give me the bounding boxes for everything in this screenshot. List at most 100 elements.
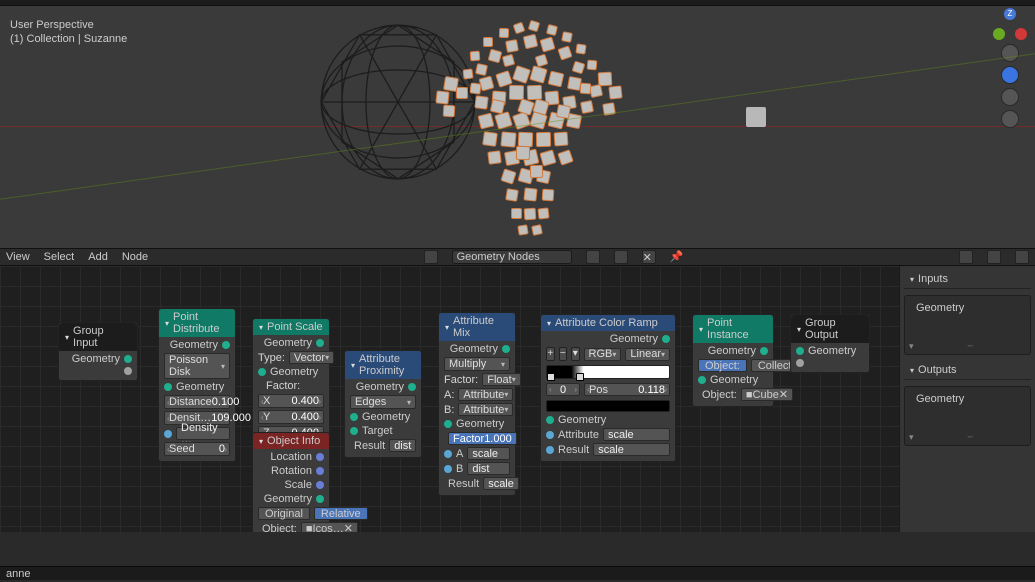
socket-geometry-out[interactable]: Geometry (64, 353, 132, 365)
socket-location-out[interactable]: Location (258, 451, 324, 463)
ramp-add-button[interactable]: + (546, 347, 555, 361)
node-object-info[interactable]: Object Info Location Rotation Scale Geom… (252, 432, 330, 532)
socket-geometry-out[interactable]: Geometry (164, 339, 230, 351)
socket-result-in[interactable]: Resultscale (546, 443, 670, 456)
outputs-header[interactable]: Outputs (904, 361, 1031, 380)
nodegroup-name-field[interactable]: Geometry Nodes (452, 250, 572, 264)
socket-density-attr[interactable]: Density … (164, 427, 230, 440)
ramp-pos-field[interactable]: Pos0.118 (584, 383, 670, 396)
node-point-distribute[interactable]: Point Distribute Geometry Poisson Disk G… (158, 308, 236, 462)
object-picker[interactable]: ■ Cube✕ (741, 388, 793, 401)
collapse-icon[interactable] (65, 331, 69, 343)
factor-type-select[interactable]: Float (482, 373, 520, 386)
grip-icon[interactable]: ┈ (968, 341, 973, 352)
node-point-instance[interactable]: Point Instance Geometry Object: Collecti… (692, 314, 774, 407)
datablock-icon[interactable] (424, 250, 438, 264)
socket-geometry-out[interactable]: Geometry (350, 381, 416, 393)
a-type-select[interactable]: Attribute (458, 388, 513, 401)
input-item-geometry[interactable]: Geometry (909, 300, 1026, 316)
unlink-icon[interactable]: ✕ (642, 250, 656, 264)
result-attr-field[interactable]: scale (483, 477, 519, 490)
socket-factor-in[interactable]: Factor1.000 (444, 432, 510, 445)
snap-icon[interactable] (959, 250, 973, 264)
outputs-list[interactable]: Geometry ▾ ┈ (904, 386, 1031, 446)
result-attr-field[interactable]: dist (389, 439, 416, 452)
axis-z-icon[interactable]: Z (1004, 8, 1016, 20)
b-type-select[interactable]: Attribute (458, 403, 513, 416)
node-group-output[interactable]: Group Output Geometry (790, 314, 870, 373)
camera-gizmo-button[interactable] (1001, 88, 1019, 106)
socket-geometry-out[interactable]: Geometry (698, 345, 768, 357)
collapse-icon[interactable] (165, 317, 169, 329)
pin-icon[interactable]: 📌 (670, 250, 684, 264)
move-gizmo-button[interactable] (1001, 66, 1019, 84)
socket-geometry-out[interactable]: Geometry (258, 493, 324, 505)
socket-geometry-out[interactable]: Geometry (258, 337, 324, 349)
blend-mode-select[interactable]: Multiply (444, 357, 510, 371)
seed-field[interactable]: Seed0 (164, 442, 230, 456)
ramp-tools-button[interactable]: ▾ (571, 347, 580, 361)
ramp-color-swatch[interactable] (546, 400, 670, 412)
menu-select[interactable]: Select (44, 251, 75, 263)
proximity-mode-select[interactable]: Edges (350, 395, 416, 409)
menu-node[interactable]: Node (122, 251, 148, 263)
output-item-geometry[interactable]: Geometry (909, 391, 1026, 407)
menu-view[interactable]: View (6, 251, 30, 263)
color-ramp-widget[interactable] (546, 365, 670, 379)
socket-geometry-out[interactable]: Geometry (444, 343, 510, 355)
original-button[interactable]: Original (258, 507, 310, 520)
inputs-header[interactable]: Inputs (904, 270, 1031, 289)
ramp-remove-button[interactable]: − (559, 347, 568, 361)
distance-field[interactable]: Distance0.100 (164, 395, 230, 409)
socket-geometry-in[interactable]: Geometry (350, 411, 416, 423)
node-attribute-mix[interactable]: Attribute Mix Geometry Multiply Factor:F… (438, 312, 516, 496)
socket-attribute-in[interactable]: Attributescale (546, 428, 670, 441)
chevron-down-icon[interactable]: ▾ (909, 341, 914, 352)
attr-field[interactable]: scale (603, 428, 670, 441)
socket-geometry-in[interactable]: Geometry (796, 345, 864, 357)
object-mode-button[interactable]: Object: (698, 359, 747, 372)
collapse-icon[interactable] (699, 323, 703, 335)
result-field[interactable]: scale (593, 443, 670, 456)
node-attribute-proximity[interactable]: Attribute Proximity Geometry Edges Geome… (344, 350, 422, 458)
socket-a-in[interactable]: Ascale (444, 447, 510, 460)
socket-object-in[interactable]: Object:■ Cube✕ (698, 388, 768, 401)
grip-icon[interactable]: ┈ (968, 432, 973, 443)
socket-geometry-in[interactable]: Geometry (546, 414, 670, 426)
inputs-list[interactable]: Geometry ▾ ┈ (904, 295, 1031, 355)
socket-geometry-in[interactable]: Geometry (444, 418, 510, 430)
node-editor[interactable]: Group Input Geometry Point Distribute Ge… (0, 266, 1035, 532)
perspective-gizmo-button[interactable] (1001, 110, 1019, 128)
axis-y-icon[interactable] (993, 28, 1005, 40)
collapse-icon[interactable] (259, 321, 263, 333)
distribute-method-select[interactable]: Poisson Disk (164, 353, 230, 379)
new-icon[interactable] (614, 250, 628, 264)
collapse-icon[interactable] (797, 323, 801, 335)
socket-result-in[interactable]: Resultscale (444, 477, 510, 490)
x-field[interactable]: X0.400 (258, 394, 324, 408)
object-picker[interactable]: ■ Icos…✕ (301, 522, 358, 532)
y-field[interactable]: Y0.400 (258, 410, 324, 424)
type-select[interactable]: Vector (289, 351, 334, 364)
options-icon[interactable] (1015, 250, 1029, 264)
axis-x-icon[interactable] (1015, 28, 1027, 40)
ramp-index-field[interactable]: 0 (546, 383, 580, 396)
socket-result-in[interactable]: Resultdist (350, 439, 416, 452)
zoom-gizmo-button[interactable] (1001, 44, 1019, 62)
instance-type-toggle[interactable]: Object: Collection (698, 359, 768, 372)
socket-geometry-in[interactable]: Geometry (258, 366, 324, 378)
collapse-icon[interactable] (259, 435, 263, 447)
socket-b-in[interactable]: Bdist (444, 462, 510, 475)
collapse-icon[interactable] (547, 317, 551, 329)
ramp-colormode-select[interactable]: RGB (584, 348, 622, 361)
socket-empty-in[interactable] (796, 359, 864, 367)
menu-add[interactable]: Add (88, 251, 108, 263)
factor-value-field[interactable]: Factor1.000 (448, 432, 517, 445)
relative-button[interactable]: Relative (314, 507, 368, 520)
socket-scale-out[interactable]: Scale (258, 479, 324, 491)
collapse-icon[interactable] (445, 321, 449, 333)
socket-geometry-in[interactable]: Geometry (164, 381, 230, 393)
ramp-interp-select[interactable]: Linear (625, 348, 670, 361)
transform-space-toggle[interactable]: Original Relative (258, 507, 324, 520)
node-point-scale[interactable]: Point Scale Geometry Type:Vector Geometr… (252, 318, 330, 446)
